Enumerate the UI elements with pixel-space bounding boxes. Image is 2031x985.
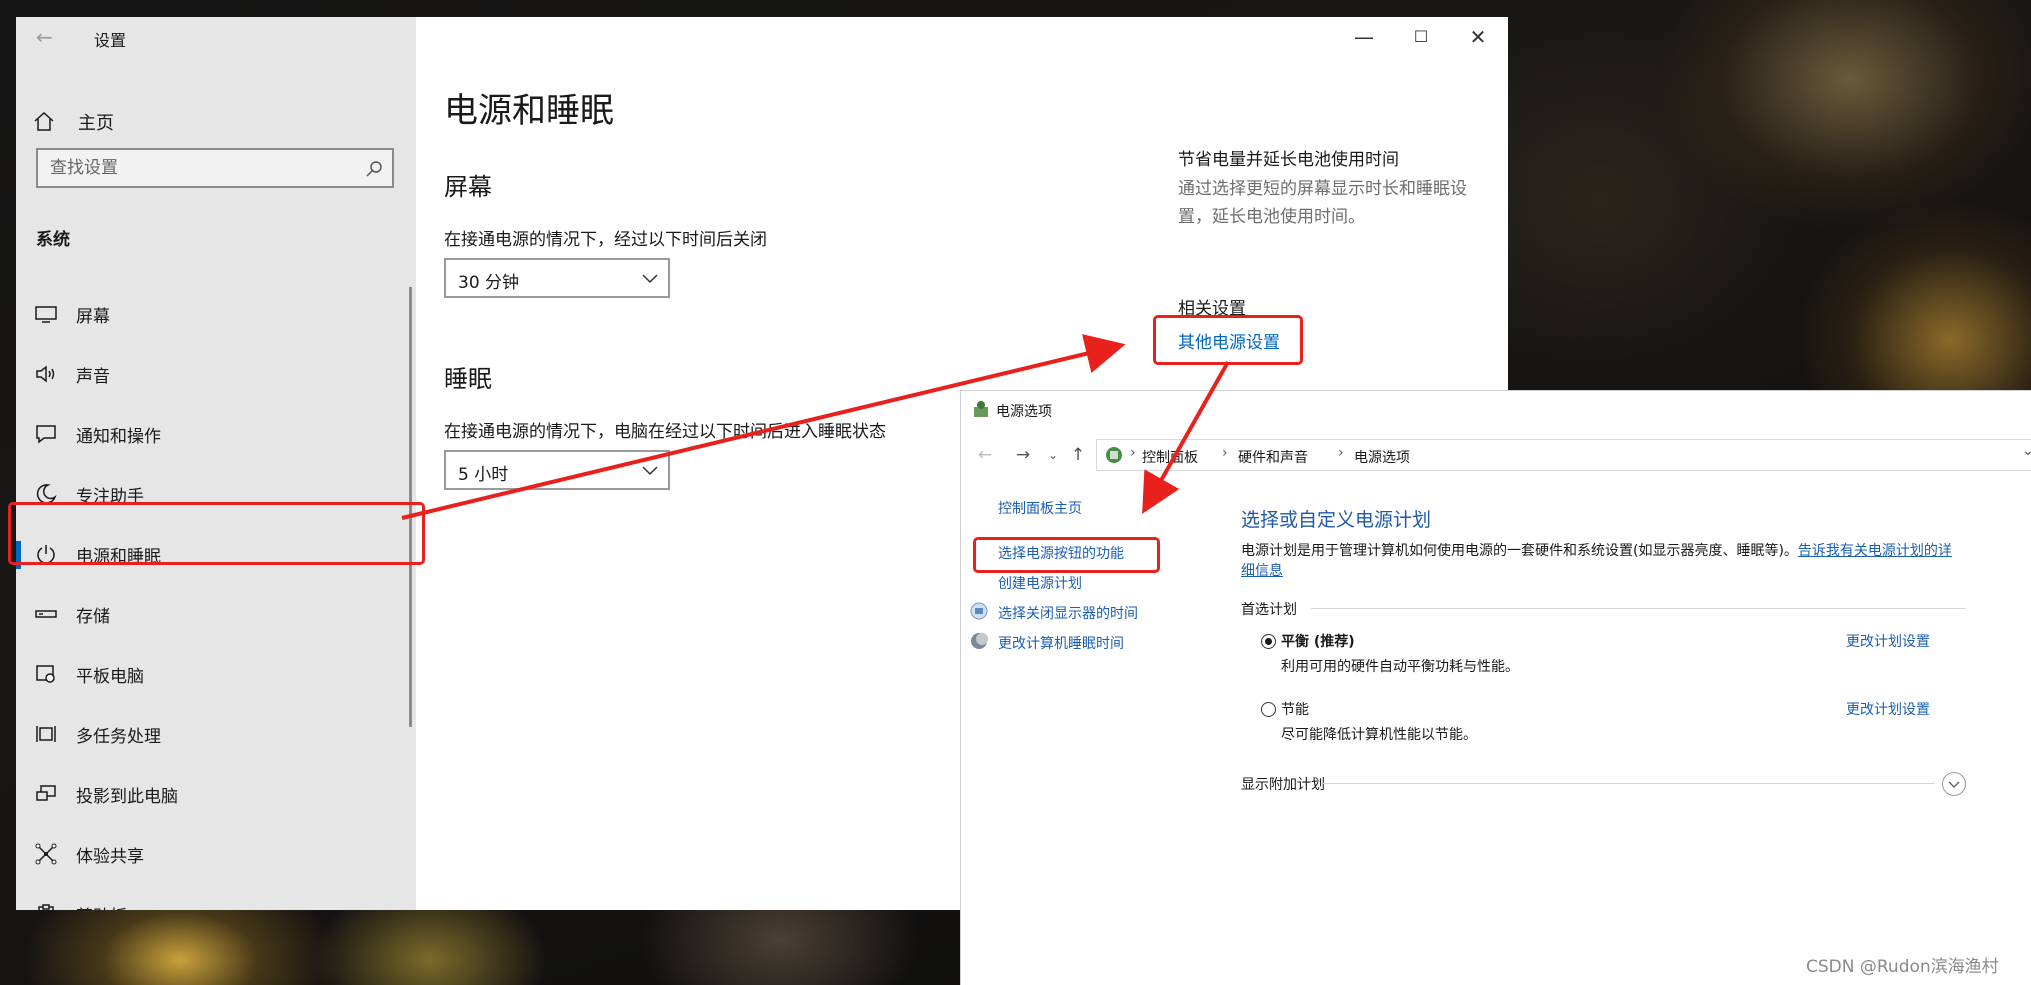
breadcrumb-separator-icon: › <box>1222 445 1228 461</box>
change-plan-settings-link[interactable]: 更改计划设置 <box>1846 699 1930 719</box>
speaker-icon <box>36 365 55 383</box>
sleep-moon-icon <box>971 633 988 649</box>
plan-name: 节能 <box>1281 702 1309 718</box>
power-window-title: 电源选项 <box>996 404 1052 420</box>
sidebar-item-sound[interactable]: 声音 <box>16 351 416 397</box>
back-arrow-icon[interactable]: ← <box>36 26 60 48</box>
sidebar-item-clipboard[interactable]: 剪贴板 <box>16 891 416 910</box>
section-divider <box>1311 608 1966 609</box>
forward-arrow-icon[interactable]: → <box>1013 445 1033 465</box>
chevron-down-icon <box>642 466 658 476</box>
search-input[interactable] <box>50 158 350 178</box>
sidebar-item-label: 通知和操作 <box>76 426 161 447</box>
highlight-power-sleep <box>8 502 425 565</box>
sidebar-item-display[interactable]: 屏幕 <box>16 291 416 337</box>
sidebar-item-project[interactable]: 投影到此电脑 <box>16 771 416 817</box>
screen-timeout-value: 30 分钟 <box>458 273 520 293</box>
power-desc-text: 电源计划是用于管理计算机如何使用电源的一套硬件和系统设置(如显示器亮度、睡眠等)… <box>1241 543 1798 559</box>
screen-desc: 在接通电源的情况下，经过以下时间后关闭 <box>444 230 767 250</box>
history-dropdown-icon[interactable]: ⌄ <box>1043 448 1063 462</box>
show-additional-plans-label[interactable]: 显示附加计划 <box>1241 774 1325 794</box>
breadcrumb-item[interactable]: 硬件和声音 <box>1238 447 1308 467</box>
sidebar-item-label: 屏幕 <box>76 306 110 327</box>
sidebar-item-multitasking[interactable]: 多任务处理 <box>16 711 416 757</box>
change-sleep-time-link[interactable]: 更改计算机睡眠时间 <box>998 633 1124 653</box>
tip-desc: 通过选择更短的屏幕显示时长和睡眠设置，延长电池使用时间。 <box>1178 179 1467 227</box>
sidebar-item-label: 多任务处理 <box>76 726 161 747</box>
search-icon[interactable] <box>364 159 384 179</box>
highlight-power-button-function <box>973 537 1160 573</box>
home-icon <box>34 111 54 131</box>
home-label: 主页 <box>78 113 114 134</box>
sleep-timeout-dropdown[interactable]: 5 小时 <box>444 450 670 490</box>
sidebar-item-notifications[interactable]: 通知和操作 <box>16 411 416 457</box>
plan-desc: 利用可用的硬件自动平衡功耗与性能。 <box>1281 659 1519 675</box>
project-icon <box>36 785 56 801</box>
plan-radio-balanced[interactable] <box>1261 634 1276 649</box>
window-title: 设置 <box>94 31 127 50</box>
preferred-plans-label: 首选计划 <box>1241 602 1297 618</box>
change-plan-settings-link[interactable]: 更改计划设置 <box>1846 631 1930 651</box>
power-options-icon <box>974 401 988 417</box>
up-arrow-icon[interactable]: ↑ <box>1068 445 1088 465</box>
address-bar[interactable]: › 控制面板 › 硬件和声音 › 电源选项 ⌄ <box>1096 439 2031 471</box>
power-page-heading: 选择或自定义电源计划 <box>1241 509 1432 531</box>
notification-icon <box>36 425 56 444</box>
tablet-icon <box>36 665 55 683</box>
sidebar-item-shared-experiences[interactable]: 体验共享 <box>16 831 416 877</box>
control-panel-icon <box>1106 447 1122 463</box>
sidebar-item-tablet[interactable]: 平板电脑 <box>16 651 416 697</box>
watermark: CSDN @Rudon滨海渔村 <box>1806 957 1999 977</box>
power-options-window: 电源选项 ← → ⌄ ↑ › 控制面板 › 硬件和声音 › 电源选项 ⌄ 控制面… <box>960 390 2031 985</box>
system-group-label: 系统 <box>36 230 70 250</box>
settings-sidebar: 主页 系统 屏幕 声音 通知和操作 专注助手 <box>16 17 416 910</box>
clipboard-icon <box>38 904 54 910</box>
power-titlebar: 电源选项 <box>961 391 2031 429</box>
plan-name: 平衡 (推荐) <box>1281 634 1355 650</box>
sidebar-item-label: 剪贴板 <box>76 902 127 911</box>
sleep-timeout-value: 5 小时 <box>458 465 509 485</box>
tip-title: 节省电量并延长电池使用时间 <box>1178 150 1399 170</box>
sidebar-item-label: 投影到此电脑 <box>76 786 178 807</box>
screen-timeout-dropdown[interactable]: 30 分钟 <box>444 258 670 298</box>
highlight-additional-power-settings <box>1153 315 1303 365</box>
sleep-desc: 在接通电源的情况下，电脑在经过以下时间后进入睡眠状态 <box>444 422 886 442</box>
plan-desc: 尽可能降低计算机性能以节能。 <box>1281 727 1477 743</box>
home-nav-item[interactable]: 主页 <box>32 107 114 137</box>
breadcrumb-item[interactable]: 电源选项 <box>1354 447 1410 467</box>
sidebar-item-label: 存储 <box>76 606 110 627</box>
share-icon <box>35 843 57 865</box>
chevron-down-icon <box>642 274 658 284</box>
screen-heading: 屏幕 <box>444 173 492 201</box>
section-divider <box>1323 783 1935 784</box>
back-arrow-icon[interactable]: ← <box>975 445 995 465</box>
plan-radio-power-saver[interactable] <box>1261 702 1276 717</box>
multitask-icon <box>36 726 56 742</box>
choose-display-off-link[interactable]: 选择关闭显示器的时间 <box>998 603 1138 623</box>
sleep-heading: 睡眠 <box>444 365 492 393</box>
page-title: 电源和睡眠 <box>444 91 614 131</box>
breadcrumb-separator-icon: › <box>1130 445 1136 461</box>
expand-chevron-icon[interactable] <box>1942 772 1966 796</box>
sidebar-item-label: 平板电脑 <box>76 666 144 687</box>
storage-icon <box>35 610 57 618</box>
sidebar-item-label: 声音 <box>76 366 110 387</box>
power-page-desc: 电源计划是用于管理计算机如何使用电源的一套硬件和系统设置(如显示器亮度、睡眠等)… <box>1241 541 1961 581</box>
monitor-icon <box>35 306 57 323</box>
breadcrumb-separator-icon: › <box>1338 445 1344 461</box>
display-icon <box>970 602 988 620</box>
address-bar-row: ← → ⌄ ↑ › 控制面板 › 硬件和声音 › 电源选项 ⌄ <box>961 431 2031 479</box>
control-panel-home-link[interactable]: 控制面板主页 <box>998 498 1082 518</box>
address-dropdown-icon[interactable]: ⌄ <box>2022 443 2031 459</box>
create-power-plan-link[interactable]: 创建电源计划 <box>998 573 1082 593</box>
sidebar-item-label: 体验共享 <box>76 846 144 867</box>
settings-search[interactable] <box>36 148 394 188</box>
sidebar-item-storage[interactable]: 存储 <box>16 591 416 637</box>
breadcrumb-item[interactable]: 控制面板 <box>1142 447 1198 467</box>
